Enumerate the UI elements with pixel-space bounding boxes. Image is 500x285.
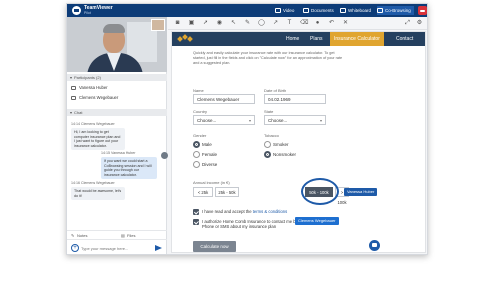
gender-female-radio[interactable]: Female	[193, 151, 217, 158]
pointer-icon[interactable]: ➚	[202, 20, 209, 27]
fullscreen-icon[interactable]: ⤢	[404, 20, 411, 27]
teamviewer-window: TeamViewer Pilot Video Documents Whitebo…	[66, 3, 428, 255]
eraser-icon[interactable]: ⌫	[300, 20, 308, 27]
terms-checkbox[interactable]: I have read and accept the terms & condi…	[193, 209, 287, 215]
checkbox-checked-icon	[193, 219, 199, 225]
end-call-button[interactable]	[418, 6, 427, 15]
teamviewer-logo-icon	[72, 6, 81, 15]
delete-icon[interactable]: ✕	[342, 20, 349, 27]
session-toolbar: ◙ ▣ ➚ ◉ ↖ ✎ ◯ ↗ T ⌫ ● ↶ ✕ ⤢ ⚙	[168, 17, 427, 30]
color-icon[interactable]: ●	[314, 20, 321, 27]
left-panel: ▾ Participants (2) Vanessa Huber Clemens …	[67, 17, 167, 254]
chat-bubble-icon[interactable]	[369, 240, 380, 251]
name-label: Name	[193, 88, 204, 93]
document-icon	[303, 8, 309, 13]
country-label: Country	[193, 109, 208, 114]
arrow-icon[interactable]: ↗	[272, 20, 279, 27]
message-meta: 14:15 Vanessa Huber	[101, 151, 136, 155]
site-nav: Home Plans Insurance Calculator Contact	[172, 32, 425, 46]
self-view-thumbnail[interactable]	[151, 19, 165, 31]
cursor-icon[interactable]: ↖	[230, 20, 237, 27]
gender-diverse-radio[interactable]: Diverse	[193, 161, 217, 168]
pen-icon[interactable]: ✎	[244, 20, 251, 27]
checkbox-checked-icon	[193, 209, 199, 215]
nav-home[interactable]: Home	[282, 32, 303, 46]
cobrowsing-icon	[377, 8, 383, 13]
site-logo-icon[interactable]	[177, 34, 193, 43]
highlight-marker	[301, 178, 339, 205]
shape-icon[interactable]: ◯	[258, 20, 265, 27]
app-subtitle: Pilot	[84, 11, 91, 15]
chat-message-input[interactable]	[81, 244, 151, 253]
tobacco-smoker-radio[interactable]: Smoker	[264, 141, 289, 148]
video-feed	[67, 17, 167, 72]
gender-male-radio[interactable]: Male	[193, 141, 212, 148]
chat-tools: ✎ Notes ▤ Files	[67, 230, 167, 239]
tobacco-nonsmoker-radio[interactable]: Nonsmoker	[264, 151, 296, 158]
undo-icon[interactable]: ↶	[328, 20, 335, 27]
message-meta: 14:14 Clemens Wegebauer	[71, 122, 115, 126]
chat-message: Hi, I am looking to get computer insuran…	[71, 128, 125, 151]
nav-plans[interactable]: Plans	[306, 32, 327, 46]
state-label: State	[264, 109, 274, 114]
phone-icon	[71, 86, 76, 90]
chevron-down-icon: ▾	[70, 110, 73, 115]
chat-message: If you want we could start a CoBrowsing …	[101, 157, 157, 180]
text-icon[interactable]: T	[286, 20, 293, 27]
calculate-now-button[interactable]: Calculate now	[193, 241, 236, 252]
tab-cobrowsing[interactable]: Co-Browsing	[377, 6, 414, 15]
nav-insurance-calculator[interactable]: Insurance Calculator	[330, 32, 384, 46]
country-select[interactable]: Choose... ▾	[193, 115, 255, 125]
highlight-icon[interactable]: ◉	[216, 20, 223, 27]
chevron-down-icon: ▾	[319, 118, 322, 123]
date-of-birth-field[interactable]	[264, 94, 326, 104]
camera-icon[interactable]: ◙	[174, 20, 181, 27]
whiteboard-icon	[340, 8, 346, 13]
calculator-intro: Quickly and easily calculate your insura…	[193, 51, 343, 65]
message-meta: 14:16 Clemens Wegebauer	[71, 181, 115, 185]
tobacco-label: Tobacco	[264, 133, 279, 138]
authorize-checkbox[interactable]: I authorize Home Comb Insurance to conta…	[193, 219, 298, 229]
image-icon[interactable]: ▣	[188, 20, 195, 27]
income-option[interactable]: < 25k	[193, 187, 213, 197]
terms-link[interactable]: terms & conditions	[253, 209, 287, 214]
title-bar: TeamViewer Pilot Video Documents Whitebo…	[67, 4, 427, 17]
add-attachment-icon[interactable]: +	[71, 244, 79, 252]
chat-thread: 14:14 Clemens Wegebauer Hi, I am looking…	[67, 120, 167, 230]
chat-input-row: +	[67, 239, 167, 254]
tab-documents[interactable]: Documents	[303, 6, 334, 15]
chat-header[interactable]: ▾ Chat	[67, 109, 167, 116]
chevron-down-icon: ▾	[70, 75, 73, 80]
tab-whiteboard[interactable]: Whiteboard	[340, 6, 371, 15]
chat-message: That would be awesome, let's do it!	[71, 187, 125, 201]
income-label: Annual income (in €)	[193, 180, 230, 185]
name-field[interactable]	[193, 94, 255, 104]
dob-label: Date of Birth	[264, 88, 287, 93]
cursor-label-vanessa: Vanessa Huber	[344, 188, 378, 196]
cursor-label-clemens: Clemens Wegebauer	[295, 217, 339, 225]
chevron-down-icon: ▾	[248, 118, 251, 123]
video-icon	[275, 8, 281, 13]
cobrowsed-website: Home Plans Insurance Calculator Contact …	[171, 31, 426, 253]
collapse-panel-icon[interactable]	[161, 152, 168, 159]
gender-label: Gender	[193, 133, 207, 138]
nav-contact[interactable]: Contact	[392, 32, 417, 46]
state-select[interactable]: Choose... ▾	[264, 115, 326, 125]
settings-icon[interactable]: ⚙	[416, 20, 423, 27]
participants-header[interactable]: ▾ Participants (2)	[67, 74, 167, 81]
participant-item[interactable]: Clemens Wegebauer	[67, 93, 167, 102]
income-option[interactable]: 25k - 50k	[215, 187, 239, 197]
send-icon[interactable]	[155, 245, 162, 251]
participant-item[interactable]: Vanessa Huber	[67, 83, 167, 92]
tab-video[interactable]: Video	[275, 6, 294, 15]
monitor-icon	[71, 96, 76, 100]
